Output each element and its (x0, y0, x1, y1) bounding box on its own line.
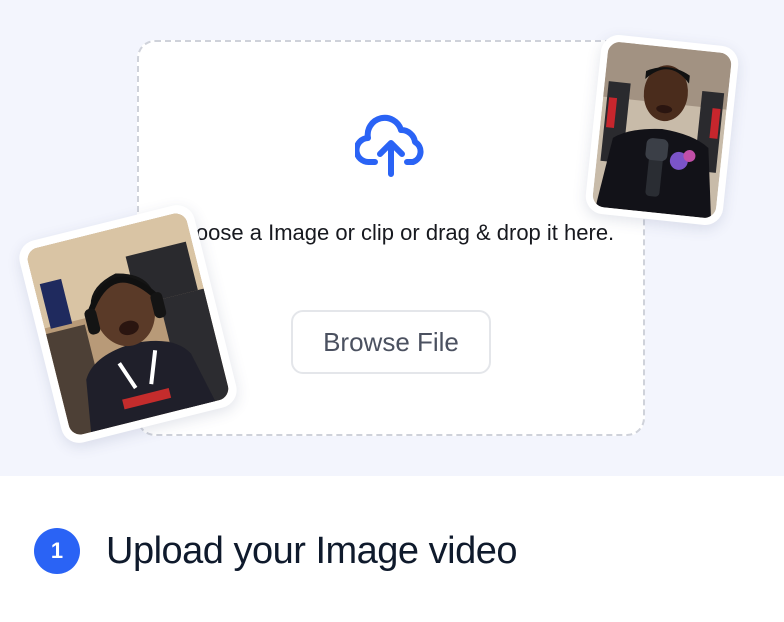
browse-file-button[interactable]: Browse File (291, 310, 491, 374)
step-title: Upload your Image video (106, 530, 517, 572)
cloud-upload-icon[interactable] (355, 112, 427, 178)
streamer-photo-left (25, 211, 231, 437)
streamer-photo-right (591, 40, 733, 220)
step-number-badge: 1 (34, 528, 80, 574)
dropzone-instructions: Choose a Image or clip or drag & drop it… (167, 220, 615, 245)
sample-thumbnail-right (583, 33, 741, 227)
